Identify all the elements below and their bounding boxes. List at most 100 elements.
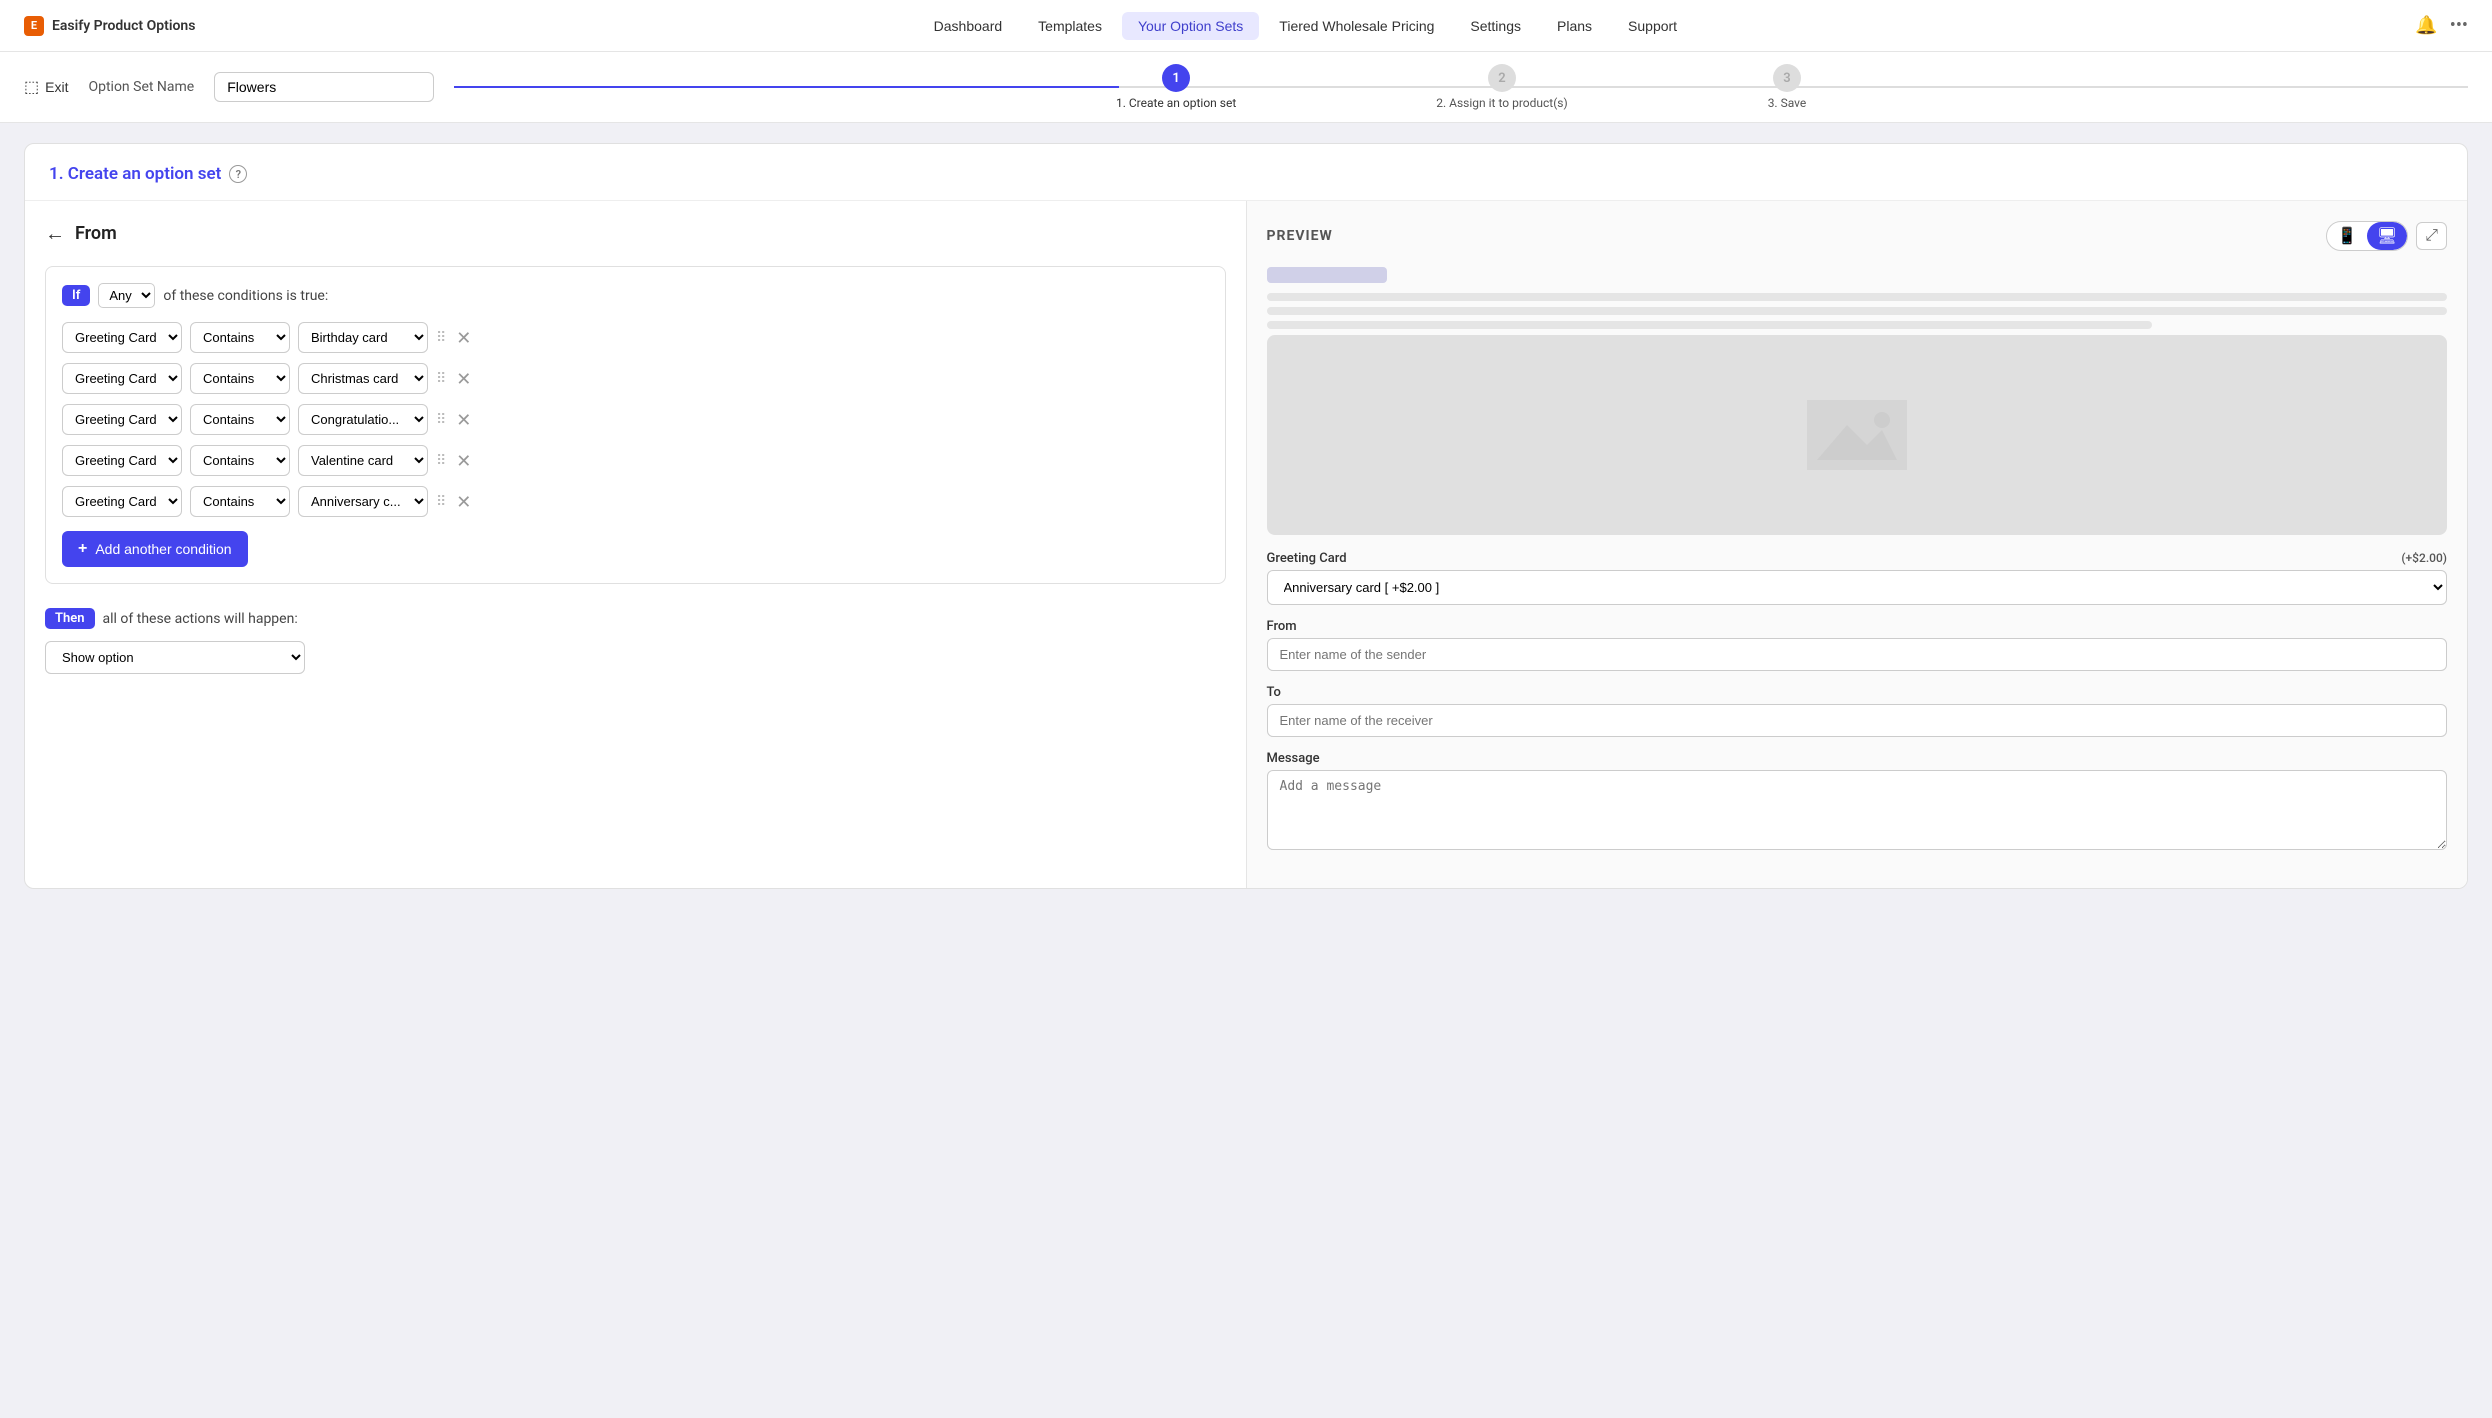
message-label: Message	[1267, 751, 2448, 766]
stepper-track-fill	[454, 86, 1119, 88]
if-badge: If	[62, 285, 90, 306]
add-condition-button[interactable]: + Add another condition	[62, 531, 248, 567]
conditions-header: If Any All of these conditions is true:	[62, 283, 1209, 308]
condition-value-select-2[interactable]: Christmas card	[298, 363, 428, 394]
any-select[interactable]: Any All	[98, 283, 155, 308]
condition-field-select-5[interactable]: Greeting Card	[62, 486, 182, 517]
drag-handle-icon-1: ⠿	[436, 330, 448, 346]
preview-toggle: 📱 🖥	[2326, 221, 2408, 251]
condition-value-select-4[interactable]: Valentine card	[298, 445, 428, 476]
conditions-text: of these conditions is true:	[163, 288, 328, 304]
nav-dashboard[interactable]: Dashboard	[918, 12, 1019, 40]
condition-operator-select-5[interactable]: Contains	[190, 486, 290, 517]
step-label-1: 1. Create an option set	[1116, 96, 1236, 110]
stepper-step-2: 2 2. Assign it to product(s)	[1436, 64, 1567, 110]
condition-value-select-3[interactable]: Congratulatio...	[298, 404, 428, 435]
nav-templates[interactable]: Templates	[1022, 12, 1118, 40]
remove-condition-button-4[interactable]: ✕	[456, 452, 471, 470]
main-content: 1. Create an option set ? ← From If Any	[0, 123, 2492, 909]
desktop-icon: 🖥	[2377, 228, 2397, 245]
from-input[interactable]	[1267, 638, 2448, 671]
notification-icon[interactable]: 🔔	[2415, 15, 2437, 36]
condition-value-select-5[interactable]: Anniversary c...	[298, 486, 428, 517]
back-arrow-icon[interactable]: ←	[45, 221, 65, 246]
toolbar: ⬚ Exit Option Set Name 1 1. Create an op…	[0, 52, 2492, 123]
product-line-1	[1267, 293, 2448, 301]
two-column-layout: ← From If Any All of these conditions is…	[25, 201, 2467, 888]
mobile-icon: 📱	[2337, 228, 2357, 245]
nav-tiered-wholesale-pricing[interactable]: Tiered Wholesale Pricing	[1263, 12, 1450, 40]
greeting-card-label: Greeting Card (+$2.00)	[1267, 551, 2448, 566]
from-label: From	[1267, 619, 2448, 634]
left-column: ← From If Any All of these conditions is…	[25, 201, 1247, 888]
to-input[interactable]	[1267, 704, 2448, 737]
condition-row: Greeting Card Contains Christmas card ⠿ …	[62, 363, 1209, 394]
exit-label: Exit	[45, 79, 68, 95]
preview-product-image	[1267, 335, 2448, 535]
product-line-2	[1267, 307, 2448, 315]
condition-row: Greeting Card Contains Congratulatio... …	[62, 404, 1209, 435]
drag-handle-icon-5: ⠿	[436, 494, 448, 510]
from-header: ← From	[45, 221, 1226, 246]
remove-condition-button-5[interactable]: ✕	[456, 493, 471, 511]
step-circle-3: 3	[1773, 64, 1801, 92]
plus-icon: +	[78, 540, 87, 558]
expand-preview-button[interactable]: ⤢	[2416, 222, 2447, 250]
right-column: PREVIEW 📱 🖥 ⤢	[1247, 201, 2468, 888]
exit-button[interactable]: ⬚ Exit	[24, 77, 68, 97]
preview-header: PREVIEW 📱 🖥 ⤢	[1267, 221, 2448, 251]
topbar: E Easify Product Options Dashboard Templ…	[0, 0, 2492, 52]
preview-desktop-button[interactable]: 🖥	[2367, 222, 2407, 250]
option-set-name-input[interactable]	[214, 72, 434, 102]
to-label: To	[1267, 685, 2448, 700]
remove-condition-button-2[interactable]: ✕	[456, 370, 471, 388]
exit-icon: ⬚	[24, 77, 39, 97]
section-title: 1. Create an option set	[49, 164, 221, 184]
condition-field-select-4[interactable]: Greeting Card	[62, 445, 182, 476]
condition-operator-select-3[interactable]: Contains	[190, 404, 290, 435]
preview-controls: 📱 🖥 ⤢	[2326, 221, 2447, 251]
conditions-box: If Any All of these conditions is true: …	[45, 266, 1226, 584]
drag-handle-icon-4: ⠿	[436, 453, 448, 469]
card-header: 1. Create an option set ?	[25, 144, 2467, 201]
greeting-card-select[interactable]: Anniversary card [ +$2.00 ]	[1267, 570, 2448, 605]
option-set-name-label: Option Set Name	[88, 79, 194, 95]
step-circle-2: 2	[1488, 64, 1516, 92]
message-field: Message	[1267, 751, 2448, 854]
product-image-svg	[1807, 395, 1907, 475]
condition-operator-select-1[interactable]: Contains	[190, 322, 290, 353]
condition-row: Greeting Card Contains Anniversary c... …	[62, 486, 1209, 517]
main-card: 1. Create an option set ? ← From If Any	[24, 143, 2468, 889]
preview-title: PREVIEW	[1267, 228, 1333, 244]
condition-row: Greeting Card Contains Valentine card ⠿ …	[62, 445, 1209, 476]
app-logo: E	[24, 16, 44, 36]
add-condition-label: Add another condition	[95, 541, 231, 557]
nav-plans[interactable]: Plans	[1541, 12, 1608, 40]
info-icon[interactable]: ?	[229, 165, 247, 183]
app-brand: E Easify Product Options	[24, 16, 195, 36]
nav-your-option-sets[interactable]: Your Option Sets	[1122, 12, 1259, 40]
condition-row: Greeting Card Contains Birthday card ⠿ ✕	[62, 322, 1209, 353]
product-title-placeholder	[1267, 267, 1387, 283]
message-textarea[interactable]	[1267, 770, 2448, 850]
nav-settings[interactable]: Settings	[1454, 12, 1537, 40]
stepper-step-3: 3 3. Save	[1768, 64, 1807, 110]
preview-mobile-button[interactable]: 📱	[2327, 222, 2367, 250]
action-select[interactable]: Show option	[45, 641, 305, 674]
condition-operator-select-4[interactable]: Contains	[190, 445, 290, 476]
more-options-icon[interactable]: •••	[2450, 15, 2468, 36]
then-header: Then all of these actions will happen:	[45, 608, 1226, 629]
remove-condition-button-1[interactable]: ✕	[456, 329, 471, 347]
greeting-card-price: (+$2.00)	[2401, 551, 2447, 566]
remove-condition-button-3[interactable]: ✕	[456, 411, 471, 429]
expand-icon: ⤢	[2425, 227, 2438, 244]
condition-field-select-3[interactable]: Greeting Card	[62, 404, 182, 435]
app-name: Easify Product Options	[52, 18, 195, 34]
condition-field-select-2[interactable]: Greeting Card	[62, 363, 182, 394]
condition-value-select-1[interactable]: Birthday card	[298, 322, 428, 353]
condition-field-select-1[interactable]: Greeting Card	[62, 322, 182, 353]
condition-operator-select-2[interactable]: Contains	[190, 363, 290, 394]
nav-support[interactable]: Support	[1612, 12, 1693, 40]
stepper: 1 1. Create an option set 2 2. Assign it…	[454, 64, 2468, 110]
drag-handle-icon-2: ⠿	[436, 371, 448, 387]
